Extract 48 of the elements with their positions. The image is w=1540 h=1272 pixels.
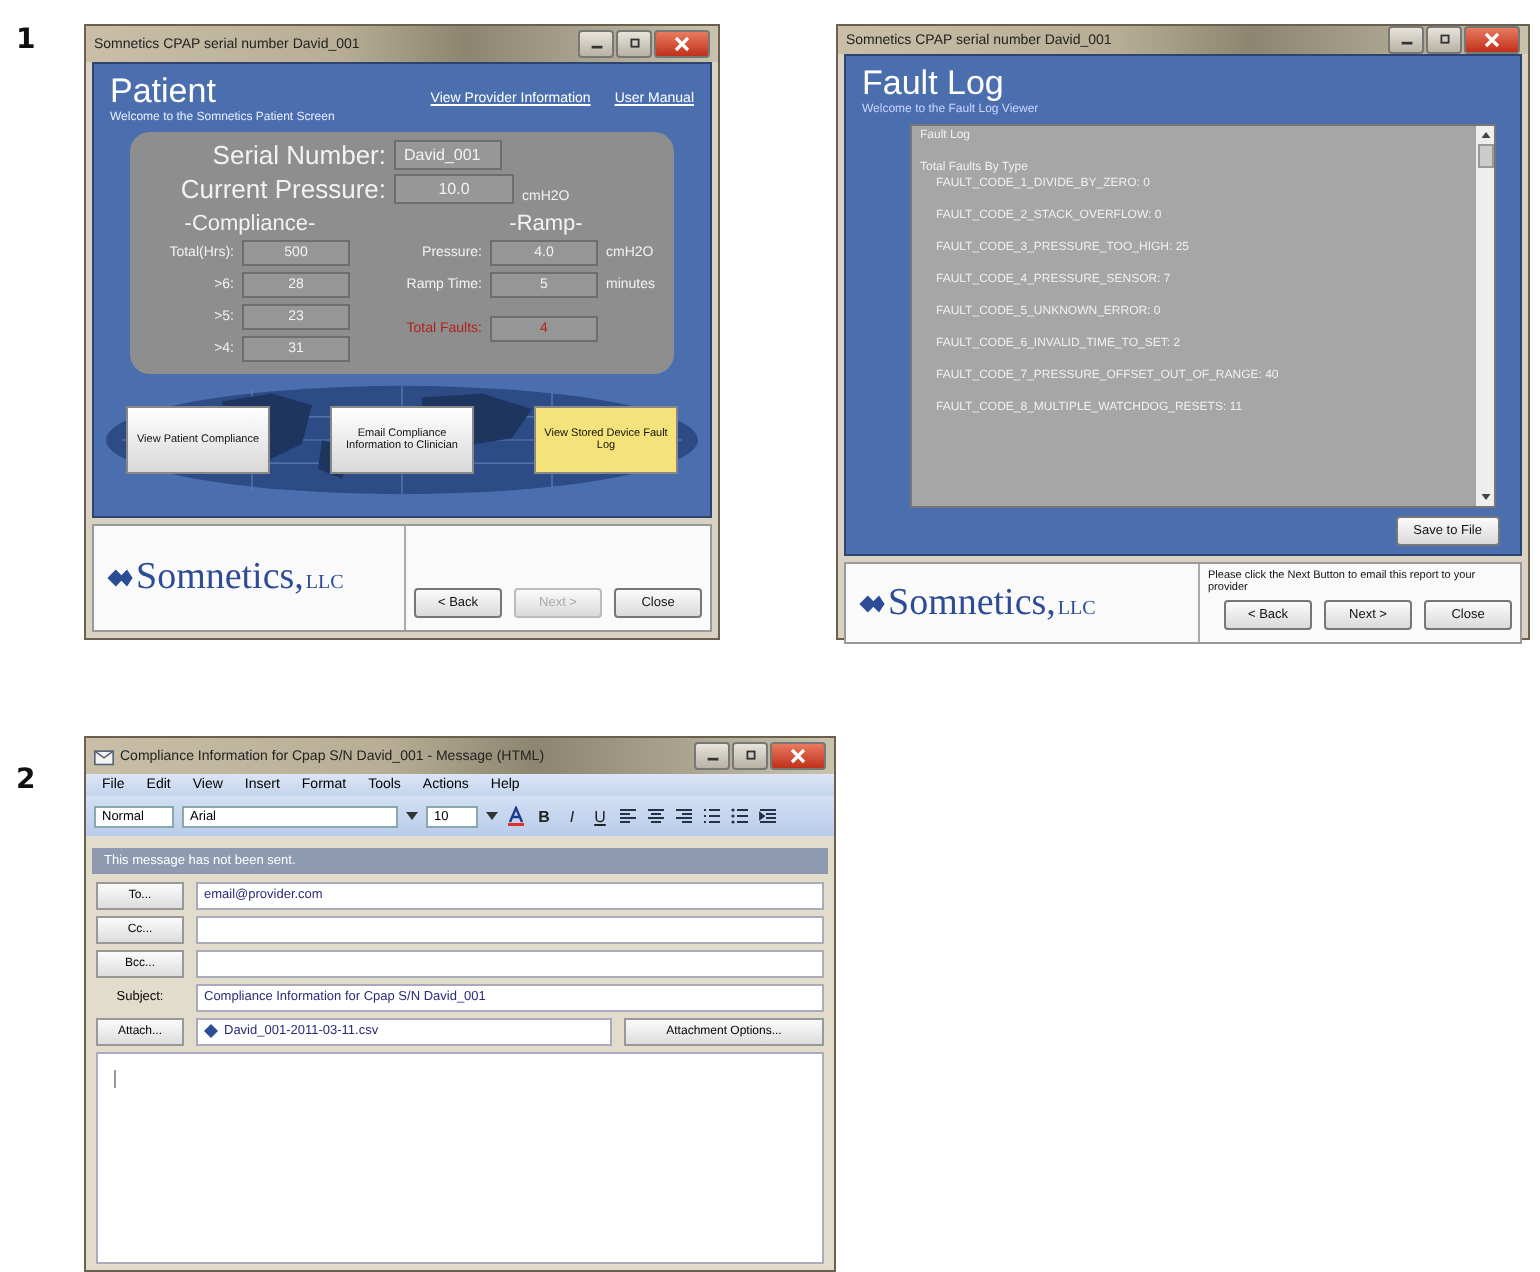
scrollbar[interactable] [1476,126,1494,506]
section-title: -Ramp- [507,212,585,236]
caret-icon[interactable] [406,812,418,820]
close-icon [672,36,692,52]
envelope-icon [94,747,114,765]
close-icon [788,748,808,764]
pressure-field: 10.0 [394,174,514,204]
close-button[interactable] [1464,26,1520,54]
caret-icon[interactable] [486,812,498,820]
format-button[interactable]: U [590,807,610,825]
address-field[interactable] [196,949,824,977]
font-color-icon[interactable] [506,806,526,826]
section-title: -Compliance- [182,212,318,236]
scrollbar-thumb[interactable] [1477,144,1493,168]
format-button[interactable]: B [534,807,554,825]
file-icon [204,1024,218,1038]
close-button[interactable] [770,742,826,770]
maximize-icon [625,38,643,50]
figure-label: 1 [14,24,38,60]
field-label: Serial Number: [210,140,386,170]
message-body-field[interactable] [96,1052,824,1264]
align-right-icon[interactable] [674,806,694,826]
screen-heading: Patient [110,72,216,111]
logo-icon [858,593,886,613]
align-left-icon[interactable] [618,806,638,826]
close-icon [1482,32,1502,48]
logo-text: Somnetics, [888,581,1056,625]
maximize-button[interactable] [616,30,652,58]
logo-text: LLC [1057,597,1096,619]
close-button[interactable] [654,30,710,58]
maximize-icon [741,750,759,762]
scroll-up-icon[interactable] [1479,130,1491,140]
align-center-icon[interactable] [646,806,666,826]
bullet-list-icon[interactable] [730,806,750,826]
maximize-icon [1435,34,1453,46]
indent-icon[interactable] [758,806,778,826]
figure-label: 2 [14,762,38,800]
maximize-button[interactable] [732,742,768,770]
logo-text: LLC [305,572,344,594]
address-field[interactable] [196,915,824,943]
maximize-button[interactable] [1426,26,1462,54]
logo-text: Somnetics, [136,556,304,600]
scroll-down-icon[interactable] [1479,492,1491,502]
logo-icon [106,568,134,588]
screen-heading: Fault Log [862,64,1004,103]
format-button[interactable]: I [562,807,582,825]
field-label: Current Pressure: [178,174,386,204]
serial-number-field: David_001 [394,140,502,170]
